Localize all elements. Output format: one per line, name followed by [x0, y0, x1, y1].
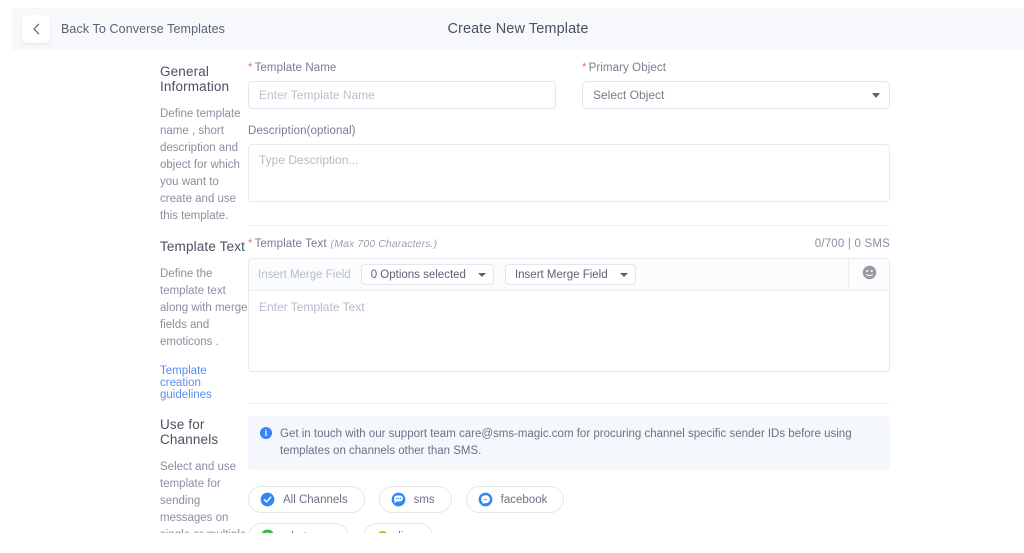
section-template-text-left: Template Text Define the template text a…: [0, 225, 248, 403]
required-asterisk: *: [248, 62, 253, 74]
insert-merge-field-value: Insert Merge Field: [514, 268, 608, 281]
section-description: Define the template text along with merg…: [160, 268, 248, 348]
section-template-text-right: * Template Text (Max 700 Characters.) 0/70…: [248, 225, 1024, 403]
section-general-information-right: * Template Name Enter Template Name * Prim…: [248, 50, 1024, 225]
channel-chip-all-channels[interactable]: All Channels: [248, 486, 365, 513]
template-text-toolbar: Insert Merge Field 0 Options selected In…: [249, 259, 889, 291]
template-name-field-group: * Template Name Enter Template Name: [248, 62, 556, 109]
section-description: Select and use template for sending mess…: [160, 461, 246, 541]
template-text-input[interactable]: Enter Template Text: [249, 291, 889, 371]
template-text-label-row: * Template Text (Max 700 Characters.) 0/70…: [248, 238, 890, 250]
section-use-for-channels: Use for Channels Select and use template…: [0, 403, 1024, 543]
section-general-information-left: General Information Define template name…: [0, 50, 248, 225]
chevron-left-icon: [32, 23, 41, 35]
back-to-converse-templates-label[interactable]: Back To Converse Templates: [61, 22, 225, 36]
primary-object-label: * Primary Object: [582, 62, 890, 74]
insert-merge-field-label: Insert Merge Field: [258, 268, 351, 281]
chevron-down-icon: [619, 272, 628, 277]
section-use-for-channels-left: Use for Channels Select and use template…: [0, 403, 248, 543]
primary-object-select[interactable]: Select Object: [582, 81, 890, 109]
template-name-label-text: Template Name: [254, 62, 337, 74]
insert-merge-field-select[interactable]: Insert Merge Field: [504, 264, 636, 285]
support-info-banner: i Get in touch with our support team car…: [248, 416, 890, 470]
channel-chip-sms[interactable]: sms: [378, 486, 452, 513]
back-button[interactable]: [22, 15, 50, 43]
general-fields-row: * Template Name Enter Template Name * Prim…: [248, 62, 890, 109]
description-field-group: Description(optional) Type Description..…: [248, 125, 890, 202]
character-counter: 0/700 | 0 SMS: [814, 238, 890, 250]
primary-object-label-text: Primary Object: [588, 62, 667, 74]
top-bar: Back To Converse Templates Create New Te…: [12, 8, 1024, 50]
sms-bubble-icon: [391, 492, 406, 507]
template-creation-guidelines-link[interactable]: Template creation guidelines: [160, 365, 248, 401]
bottom-strip: [0, 533, 1024, 543]
template-name-input[interactable]: Enter Template Name: [248, 81, 556, 109]
template-text-editor: Insert Merge Field 0 Options selected In…: [248, 258, 890, 372]
section-general-information: General Information Define template name…: [0, 50, 1024, 225]
required-asterisk: *: [248, 238, 253, 250]
options-selected-value: 0 Options selected: [370, 268, 466, 281]
emoji-smiley-icon: [862, 265, 877, 285]
support-info-text: Get in touch with our support team care@…: [280, 428, 852, 457]
page-content: General Information Define template name…: [0, 50, 1024, 543]
section-template-text: Template Text Define the template text a…: [0, 225, 1024, 403]
template-name-label: * Template Name: [248, 62, 556, 74]
primary-object-select-value: Select Object: [593, 88, 665, 102]
primary-object-field-group: * Primary Object Select Object: [582, 62, 890, 109]
check-circle-icon: [260, 492, 275, 507]
required-asterisk: *: [582, 62, 587, 74]
channel-chip-facebook[interactable]: facebook: [465, 486, 565, 513]
channel-chip-label: facebook: [500, 493, 548, 506]
description-textarea[interactable]: Type Description...: [248, 144, 890, 202]
section-title: Use for Channels: [160, 417, 219, 447]
emoji-picker-button[interactable]: [848, 259, 889, 290]
section-description: Define template name , short description…: [160, 108, 241, 222]
facebook-messenger-icon: [478, 492, 493, 507]
section-use-for-channels-right: i Get in touch with our support team car…: [248, 403, 1024, 543]
chevron-down-icon: [477, 272, 486, 277]
section-title: General Information: [160, 64, 230, 94]
template-text-label-text: Template Text: [254, 238, 327, 250]
channel-chip-label: All Channels: [283, 493, 348, 506]
chevron-down-icon: [872, 92, 880, 98]
channel-chip-label: sms: [413, 493, 435, 506]
description-label: Description(optional): [248, 125, 356, 137]
template-text-label: * Template Text (Max 700 Characters.): [248, 238, 437, 250]
info-circle-icon: i: [260, 427, 272, 439]
section-title: Template Text: [160, 239, 245, 254]
options-selected-select[interactable]: 0 Options selected: [360, 264, 494, 285]
template-text-max-hint: (Max 700 Characters.): [330, 238, 438, 250]
